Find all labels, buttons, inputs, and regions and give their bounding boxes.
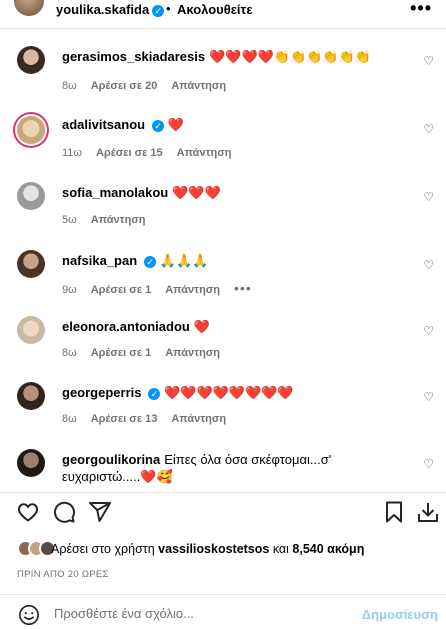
like-comment-icon[interactable]: ♡ xyxy=(423,54,434,68)
divider xyxy=(0,492,446,493)
separator-dot: • xyxy=(166,1,171,16)
comment-meta: 8ω Αρέσει σε 1 Απάντηση xyxy=(62,347,234,359)
following-button[interactable]: Ακολουθείτε xyxy=(177,2,253,17)
emoji-icon[interactable] xyxy=(18,604,40,626)
comment-time[interactable]: 8ω xyxy=(62,413,77,425)
comment-item: eleonora.antoniadou ❤️ 8ω Αρέσει σε 1 Απάντ… xyxy=(0,314,446,364)
reply-button[interactable]: Απάντηση xyxy=(177,147,232,159)
like-comment-icon[interactable]: ♡ xyxy=(423,122,434,136)
comment-input[interactable] xyxy=(54,606,354,621)
verified-badge-icon: ✓ xyxy=(152,4,165,17)
comment-time[interactable]: 9ω xyxy=(62,284,77,296)
share-icon[interactable] xyxy=(88,500,112,524)
comment-time[interactable]: 8ω xyxy=(62,80,77,92)
reply-button[interactable]: Απάντηση xyxy=(171,80,226,92)
like-comment-icon[interactable]: ♡ xyxy=(423,258,434,272)
comment-body: gerasimos_skiadaresis ❤️❤️❤️❤️👏👏👏👏👏👏 xyxy=(62,48,412,65)
comment-likes[interactable]: Αρέσει σε 1 xyxy=(91,284,152,296)
comment-likes[interactable]: Αρέσει σε 15 xyxy=(96,147,163,159)
commenter-avatar[interactable] xyxy=(17,46,45,74)
post-header: youlika.skafida ✓ • Ακολουθείτε ••• xyxy=(0,0,446,22)
commenter-username[interactable]: gerasimos_skiadaresis xyxy=(62,49,205,64)
author-avatar[interactable] xyxy=(14,0,44,16)
comment-meta: 9ω Αρέσει σε 1 Απάντηση ••• xyxy=(62,280,266,296)
comment-likes[interactable]: Αρέσει σε 1 xyxy=(91,347,152,359)
comment-likes[interactable]: Αρέσει σε 20 xyxy=(91,80,158,92)
comment-text: ❤️ xyxy=(193,319,211,334)
comment-item: georgoulikorina Είπες όλα όσα σκέφτομαι..… xyxy=(0,447,446,489)
comment-body: georgeperris ✓ ❤️❤️❤️❤️❤️❤️❤️❤️ xyxy=(62,384,412,401)
verified-badge-icon: ✓ xyxy=(144,255,157,268)
divider xyxy=(0,594,446,595)
reply-button[interactable]: Απάντηση xyxy=(165,347,220,359)
comment-time[interactable]: 8ω xyxy=(62,347,77,359)
like-comment-icon[interactable]: ♡ xyxy=(423,190,434,204)
commenter-avatar[interactable] xyxy=(17,116,45,144)
verified-badge-icon: ✓ xyxy=(152,119,165,132)
like-comment-icon[interactable]: ♡ xyxy=(423,390,434,404)
comment-body: adalivitsanou ✓ ❤️ xyxy=(62,116,412,133)
comment-text: ❤️❤️❤️❤️👏👏👏👏👏👏 xyxy=(209,49,371,64)
commenter-avatar[interactable] xyxy=(17,382,45,410)
comment-text: 🙏🙏🙏 xyxy=(159,253,209,268)
comment-body: eleonora.antoniadou ❤️ xyxy=(62,318,412,335)
comment-text: ❤️ xyxy=(167,117,184,132)
commenter-username[interactable]: adalivitsanou xyxy=(62,117,145,132)
reply-button[interactable]: Απάντηση xyxy=(91,214,146,226)
comment-body: georgoulikorina Είπες όλα όσα σκέφτομαι..… xyxy=(62,451,402,485)
comment-options-icon[interactable]: ••• xyxy=(234,280,252,296)
save-icon[interactable] xyxy=(382,500,406,524)
reply-button[interactable]: Απάντηση xyxy=(171,413,226,425)
comment-body: sofia_manolakou ❤️❤️❤️ xyxy=(62,184,412,201)
commenter-avatar[interactable] xyxy=(17,316,45,344)
likes-prefix: Αρέσει στο χρήστη xyxy=(51,542,155,556)
liker-username[interactable]: vassilioskostetsos xyxy=(158,542,269,556)
commenter-username[interactable]: georgoulikorina xyxy=(62,452,160,467)
divider xyxy=(0,28,446,29)
like-comment-icon[interactable]: ♡ xyxy=(423,324,434,338)
post-comment-button[interactable]: Δημοσίευση xyxy=(362,607,438,622)
commenter-username[interactable]: georgeperris xyxy=(62,385,141,400)
commenter-username[interactable]: eleonora.antoniadou xyxy=(62,319,190,334)
likes-middle: και xyxy=(272,542,289,556)
post-actions xyxy=(0,500,446,528)
comment-meta: 5ω Απάντηση xyxy=(62,214,160,226)
comment-item: gerasimos_skiadaresis ❤️❤️❤️❤️👏👏👏👏👏👏 8ω Αρ… xyxy=(0,44,446,94)
comment-meta: 11ω Αρέσει σε 15 Απάντηση xyxy=(62,147,245,159)
post-timestamp[interactable]: ΠΡΙΝ ΑΠΟ 20 ΩΡΕΣ xyxy=(17,569,109,580)
comment-meta: 8ω Αρέσει σε 13 Απάντηση xyxy=(62,413,240,425)
comment-time[interactable]: 11ω xyxy=(62,147,82,159)
comment-time[interactable]: 5ω xyxy=(62,214,77,226)
comment-item: georgeperris ✓ ❤️❤️❤️❤️❤️❤️❤️❤️ 8ω Αρέσει … xyxy=(0,380,446,430)
likes-text: Αρέσει στο χρήστη vassilioskostetsos και… xyxy=(51,542,364,556)
comment-item: adalivitsanou ✓ ❤️ 11ω Αρέσει σε 15 Απάντησ… xyxy=(0,112,446,162)
verified-badge-icon: ✓ xyxy=(148,387,161,400)
author-username-text[interactable]: youlika.skafida xyxy=(56,2,149,17)
comment-body: nafsika_pan ✓ 🙏🙏🙏 xyxy=(62,252,412,269)
reply-button[interactable]: Απάντηση xyxy=(165,284,220,296)
like-icon[interactable] xyxy=(16,500,40,524)
commenter-avatar[interactable] xyxy=(17,449,45,477)
comment-text: ❤️❤️❤️❤️❤️❤️❤️❤️ xyxy=(164,385,294,400)
commenter-username[interactable]: sofia_manolakou xyxy=(62,185,168,200)
add-comment-bar: Δημοσίευση xyxy=(0,602,446,629)
comment-item: nafsika_pan ✓ 🙏🙏🙏 9ω Αρέσει σε 1 Απάντηση ••… xyxy=(0,248,446,298)
comment-text: ❤️❤️❤️ xyxy=(172,185,221,200)
commenter-avatar[interactable] xyxy=(17,250,45,278)
like-comment-icon[interactable]: ♡ xyxy=(423,457,434,471)
likes-summary: Αρέσει στο χρήστη vassilioskostetsos και… xyxy=(17,540,437,558)
author-username[interactable]: youlika.skafida ✓ xyxy=(56,2,165,17)
comment-item: sofia_manolakou ❤️❤️❤️ 5ω Απάντηση ♡ xyxy=(0,180,446,230)
comment-likes[interactable]: Αρέσει σε 13 xyxy=(91,413,158,425)
comment-icon[interactable] xyxy=(52,500,76,524)
comment-meta: 8ω Αρέσει σε 20 Απάντηση xyxy=(62,80,240,92)
likes-count[interactable]: 8,540 ακόμη xyxy=(292,542,364,556)
commenter-username[interactable]: nafsika_pan xyxy=(62,253,137,268)
more-options-icon[interactable]: ••• xyxy=(410,0,432,19)
download-icon[interactable] xyxy=(416,500,440,524)
commenter-avatar[interactable] xyxy=(17,182,45,210)
